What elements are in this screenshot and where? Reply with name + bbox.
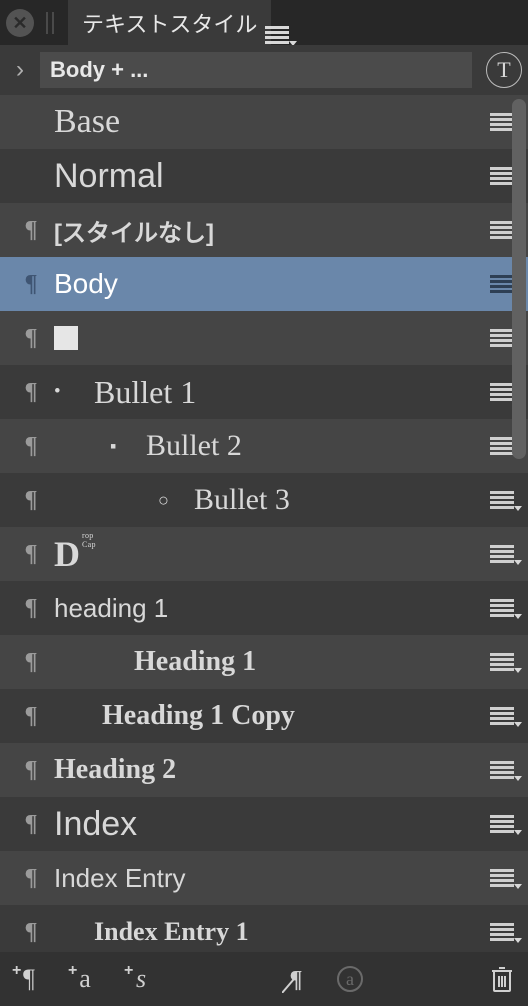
row-options-icon[interactable] — [490, 869, 514, 887]
style-label: Heading 1 Copy — [54, 700, 488, 732]
paragraph-mark-icon: ¶ — [16, 703, 46, 730]
style-label: Normal — [54, 157, 488, 196]
reset-paragraph-style-icon[interactable]: ¶ — [282, 965, 310, 993]
paragraph-mark-icon: ¶ — [16, 919, 46, 946]
style-row-base[interactable]: ¶Base — [0, 95, 528, 149]
text-styles-panel: ✕ テキストスタイル › Body + ... T ¶Base¶Normal¶[… — [0, 0, 528, 1006]
close-button[interactable]: ✕ — [6, 9, 34, 37]
row-options-icon[interactable] — [490, 707, 514, 725]
bullet-icon: • — [54, 381, 94, 403]
style-label: ○Bullet 3 — [54, 483, 488, 517]
bullet-icon: ▪ — [110, 436, 146, 457]
chevron-right-icon[interactable]: › — [0, 56, 40, 84]
panel-header: ✕ テキストスタイル — [0, 0, 528, 45]
style-row-heading1b[interactable]: ¶ Heading 1 — [0, 635, 528, 689]
style-row-heading1a[interactable]: ¶ heading 1 — [0, 581, 528, 635]
paragraph-mark-icon: ¶ — [16, 541, 46, 568]
row-options-icon[interactable] — [490, 815, 514, 833]
paragraph-mark-icon: ¶ — [16, 757, 46, 784]
style-label: Index Entry — [54, 863, 488, 894]
row-options-icon[interactable] — [490, 653, 514, 671]
new-paragraph-style-button[interactable]: + ¶ — [14, 964, 44, 994]
style-row-indexentry[interactable]: ¶ Index Entry — [0, 851, 528, 905]
row-options-icon[interactable] — [490, 275, 514, 293]
row-options-icon[interactable] — [490, 545, 514, 563]
row-options-icon[interactable] — [490, 923, 514, 941]
style-label: Body — [54, 268, 488, 300]
row-options-icon[interactable] — [490, 329, 514, 347]
style-row-heading2[interactable]: ¶ Heading 2 — [0, 743, 528, 797]
paragraph-mark-icon: ¶ — [16, 271, 46, 298]
row-options-icon[interactable] — [490, 491, 514, 509]
style-row-indexentry1[interactable]: ¶ Index Entry 1 — [0, 905, 528, 952]
style-label: Heading 2 — [54, 754, 488, 786]
style-row-normal[interactable]: ¶Normal — [0, 149, 528, 203]
row-options-icon[interactable] — [490, 167, 514, 185]
paragraph-mark-icon: ¶ — [16, 595, 46, 622]
color-swatch — [54, 326, 78, 350]
scrollbar-thumb[interactable] — [512, 99, 526, 459]
style-row-bullet2[interactable]: ¶ ▪Bullet 2 — [0, 419, 528, 473]
search-row: › Body + ... T — [0, 45, 528, 95]
style-row-dropcap[interactable]: ¶ Drop Cap — [0, 527, 528, 581]
style-label: [スタイルなし] — [54, 213, 488, 248]
style-label: Drop Cap — [54, 533, 488, 575]
close-icon: ✕ — [12, 14, 27, 32]
paragraph-mark-icon: ¶ — [16, 325, 46, 352]
style-label: Index Entry 1 — [54, 917, 488, 947]
style-search-field[interactable]: Body + ... — [40, 52, 472, 88]
paragraph-mark-icon: ¶ — [16, 811, 46, 838]
style-row-bullet1[interactable]: ¶ •Bullet 1 — [0, 365, 528, 419]
style-row-index[interactable]: ¶ Index — [0, 797, 528, 851]
row-options-icon[interactable] — [490, 383, 514, 401]
delete-style-button[interactable] — [490, 965, 514, 993]
style-label: heading 1 — [54, 593, 488, 624]
bottom-toolbar: + ¶ + a + s ¶ a — [0, 952, 528, 1006]
row-options-icon[interactable] — [490, 437, 514, 455]
row-options-icon[interactable] — [490, 113, 514, 131]
style-label: Base — [54, 103, 488, 141]
paragraph-mark-icon: ¶ — [16, 649, 46, 676]
paragraph-mark-icon: ¶ — [16, 865, 46, 892]
style-label: •Bullet 1 — [54, 374, 488, 411]
svg-text:a: a — [346, 969, 354, 989]
type-mode-icon[interactable]: T — [486, 52, 522, 88]
row-options-icon[interactable] — [490, 221, 514, 239]
row-options-icon[interactable] — [490, 599, 514, 617]
styles-list: ¶Base¶Normal¶[スタイルなし]¶Body¶¶•Bullet 1¶▪B… — [0, 95, 528, 952]
panel-menu-icon[interactable] — [265, 26, 289, 44]
style-row-heading1copy[interactable]: ¶ Heading 1 Copy — [0, 689, 528, 743]
new-group-button[interactable]: + s — [126, 964, 156, 994]
styles-list-container: ¶Base¶Normal¶[スタイルなし]¶Body¶¶•Bullet 1¶▪B… — [0, 95, 528, 952]
style-row-swatch[interactable]: ¶ — [0, 311, 528, 365]
style-label: ▪Bullet 2 — [54, 429, 488, 463]
paragraph-mark-icon: ¶ — [16, 217, 46, 244]
row-options-icon[interactable] — [490, 761, 514, 779]
paragraph-mark-icon: ¶ — [16, 433, 46, 460]
drag-handle[interactable] — [46, 11, 58, 35]
paragraph-mark-icon: ¶ — [16, 487, 46, 514]
style-row-nostyle[interactable]: ¶ [スタイルなし] — [0, 203, 528, 257]
style-label: Index — [54, 805, 488, 844]
style-label — [54, 326, 488, 350]
reset-character-style-icon: a — [336, 965, 364, 993]
style-row-body[interactable]: ¶ Body — [0, 257, 528, 311]
style-label: Heading 1 — [54, 646, 488, 678]
style-row-bullet3[interactable]: ¶ ○Bullet 3 — [0, 473, 528, 527]
new-character-style-button[interactable]: + a — [70, 964, 100, 994]
paragraph-mark-icon: ¶ — [16, 379, 46, 406]
tab-text-styles[interactable]: テキストスタイル — [68, 0, 271, 45]
bullet-icon: ○ — [158, 490, 194, 511]
svg-text:¶: ¶ — [290, 967, 303, 993]
